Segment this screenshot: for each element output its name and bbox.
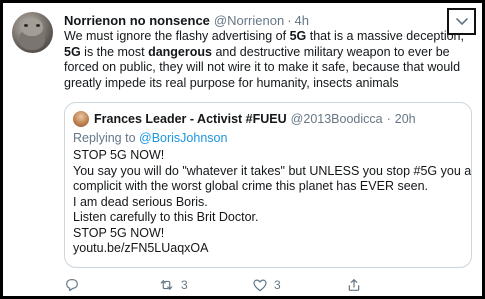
tweet-actions: 3 3 xyxy=(64,275,464,295)
reply-button[interactable] xyxy=(64,277,158,293)
chevron-down-icon xyxy=(455,17,468,25)
quoted-line: I am dead serious Boris. xyxy=(73,194,208,209)
retweet-icon xyxy=(160,280,173,290)
quoted-tweet[interactable]: Frances Leader - Activist #FUEU @2013Boo… xyxy=(64,102,472,268)
share-icon xyxy=(348,279,360,291)
like-icon xyxy=(253,279,267,292)
quoted-separator-dot: · xyxy=(386,112,391,126)
tweet-card[interactable]: Norrienon no nonsence @Norrienon · 4h We… xyxy=(3,3,482,296)
reply-mention-link[interactable]: @BorisJohnson xyxy=(139,131,227,145)
quoted-author-handle: @2013Boodicca xyxy=(290,112,383,126)
share-button[interactable] xyxy=(346,277,406,293)
separator-dot: · xyxy=(287,12,292,28)
quoted-avatar xyxy=(73,111,89,127)
quoted-tweet-text: STOP 5G NOW! You say you will do "whatev… xyxy=(73,148,472,257)
quoted-tweet-header: Frances Leader - Activist #FUEU @2013Boo… xyxy=(73,111,416,127)
retweet-button[interactable]: 3 xyxy=(158,277,252,293)
quoted-line: STOP 5G NOW! xyxy=(73,225,165,240)
like-count: 3 xyxy=(274,278,281,292)
quoted-author-name: Frances Leader - Activist #FUEU xyxy=(94,112,287,126)
quoted-line: STOP 5G NOW! xyxy=(73,148,165,162)
tweet-header: Norrienon no nonsence @Norrienon · 4h xyxy=(64,11,309,29)
reply-icon xyxy=(66,279,78,292)
avatar[interactable] xyxy=(12,12,53,53)
like-button[interactable]: 3 xyxy=(252,277,346,293)
quoted-line: You say you will do "whatever it takes" … xyxy=(73,163,472,178)
quoted-timestamp: 20h xyxy=(394,112,416,126)
author-name[interactable]: Norrienon no nonsence xyxy=(64,13,210,28)
quoted-link[interactable]: youtu.be/zFN5LUaqxOA xyxy=(73,241,468,257)
quoted-line: complicit with the worst global crime th… xyxy=(73,179,429,193)
quoted-line: Listen carefully to this Brit Doctor. xyxy=(73,210,259,224)
tweet-text: We must ignore the flashy advertising of… xyxy=(64,29,464,90)
author-handle[interactable]: @Norrienon xyxy=(214,13,284,28)
replying-to: Replying to @BorisJohnson xyxy=(73,131,228,145)
retweet-count: 3 xyxy=(181,278,188,292)
tweet-timestamp[interactable]: 4h xyxy=(295,13,309,28)
